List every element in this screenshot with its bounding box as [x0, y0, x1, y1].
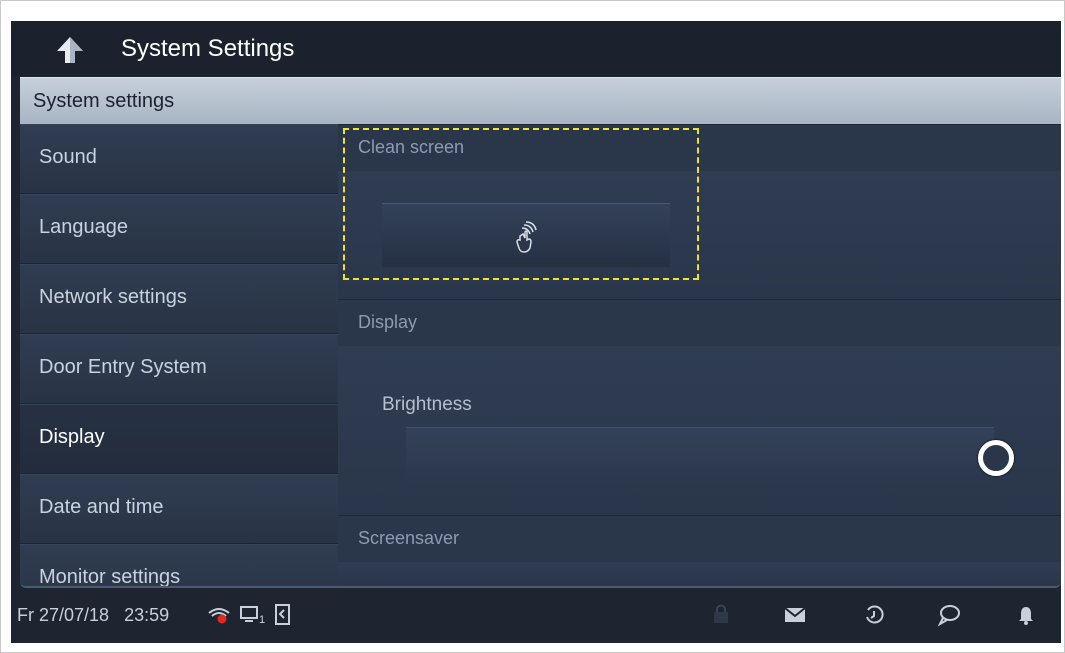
- menu-item-network-settings[interactable]: Network settings: [20, 264, 338, 334]
- device-screen: System Settings System settings Sound La…: [11, 21, 1061, 643]
- lock-icon[interactable]: [711, 602, 731, 626]
- menu-item-label: Display: [39, 426, 105, 448]
- menu-item-label: Door Entry System: [39, 356, 207, 378]
- screenshot-frame: System Settings System settings Sound La…: [0, 0, 1065, 653]
- history-icon[interactable]: [863, 604, 885, 626]
- status-date: Fr 27/07/18: [17, 605, 110, 625]
- hand-wipe-icon: [516, 221, 537, 253]
- chat-icon[interactable]: [936, 603, 962, 627]
- title-bar: System Settings: [11, 21, 1061, 77]
- menu-item-sound[interactable]: Sound: [20, 124, 338, 194]
- wifi-off-icon: [208, 608, 230, 624]
- datetime: Fr 27/07/18 23:59: [17, 605, 169, 626]
- menu-item-label: Network settings: [39, 286, 187, 308]
- bell-icon[interactable]: [1016, 604, 1036, 626]
- screensaver-title: Screensaver: [358, 528, 460, 548]
- settings-content: Sound Language Network settings Door Ent…: [20, 124, 1061, 588]
- menu-item-door-entry-system[interactable]: Door Entry System: [20, 334, 338, 404]
- status-time: 23:59: [124, 605, 170, 625]
- brightness-label: Brightness: [382, 394, 472, 415]
- back-button[interactable]: [55, 35, 85, 65]
- menu-item-display[interactable]: Display: [20, 404, 338, 474]
- menu-item-label: Monitor settings: [39, 566, 181, 588]
- settings-menu: Sound Language Network settings Door Ent…: [20, 124, 338, 586]
- menu-item-label: Language: [39, 216, 128, 238]
- menu-item-label: Sound: [39, 146, 97, 168]
- section-header: System settings: [20, 77, 1061, 125]
- monitor-index: 1: [259, 614, 266, 626]
- mail-icon[interactable]: [783, 606, 807, 624]
- settings-panel: Clean screen Display Brightness Screensa…: [338, 124, 1061, 586]
- brightness-slider[interactable]: [406, 427, 994, 484]
- screensaver-body: [338, 562, 1061, 586]
- section-title: System settings: [33, 90, 175, 112]
- display-header: Display: [338, 299, 1061, 347]
- door-icon: [275, 604, 290, 625]
- page-title: System Settings: [121, 35, 295, 62]
- menu-item-label: Date and time: [39, 496, 164, 518]
- menu-item-monitor-settings[interactable]: Monitor settings: [20, 544, 338, 588]
- menu-item-language[interactable]: Language: [20, 194, 338, 264]
- back-arrow-icon: [57, 37, 83, 63]
- menu-item-date-and-time[interactable]: Date and time: [20, 474, 338, 544]
- display-title: Display: [358, 312, 418, 332]
- clean-screen-title: Clean screen: [358, 137, 465, 157]
- clean-screen-header: Clean screen: [338, 124, 1061, 172]
- status-bar: Fr 27/07/18 23:59 1: [11, 588, 1061, 643]
- brightness-slider-handle[interactable]: [978, 440, 1014, 476]
- clean-screen-button[interactable]: [382, 203, 670, 267]
- screensaver-header: Screensaver: [338, 515, 1061, 563]
